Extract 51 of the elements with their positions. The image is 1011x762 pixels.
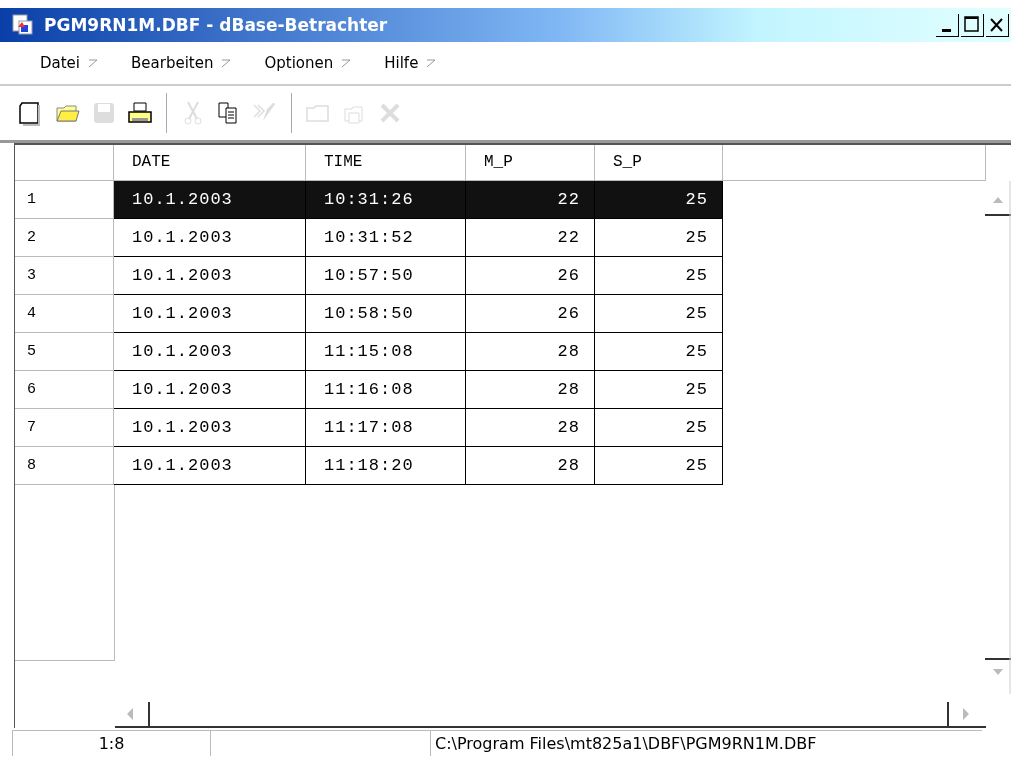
table-cell: 10.1.2003 — [114, 295, 306, 333]
table-cell: 25 — [595, 257, 723, 295]
table-cell: 11:16:08 — [306, 371, 466, 409]
table-cell: 10.1.2003 — [114, 371, 306, 409]
position-indicator: 1:8 — [12, 729, 210, 756]
table-cell: 26 — [466, 257, 595, 295]
table-cell: 10:31:52 — [306, 219, 466, 257]
row-number[interactable]: 8 — [15, 447, 114, 485]
table-cell: 11:17:08 — [306, 409, 466, 447]
menu-item[interactable]: Optionen — [264, 54, 352, 72]
table-cell: 10.1.2003 — [114, 409, 306, 447]
table-cell: 28 — [466, 333, 595, 371]
table-cell: 10:31:26 — [306, 181, 466, 219]
row-number[interactable]: 3 — [15, 257, 114, 295]
table-cell: 25 — [595, 219, 723, 257]
window-title: PGM9RN1M.DBF - dBase-Betrachter — [44, 15, 389, 35]
menu-item[interactable]: Bearbeiten — [131, 54, 232, 72]
row-number[interactable]: 6 — [15, 371, 114, 409]
minimize-button[interactable] — [936, 13, 959, 37]
table-cell: 22 — [466, 181, 595, 219]
table-cell: 10.1.2003 — [114, 181, 306, 219]
table-cell: 10.1.2003 — [114, 257, 306, 295]
table-cell: 28 — [466, 409, 595, 447]
close-button[interactable] — [986, 13, 1009, 37]
table-cell: 25 — [595, 409, 723, 447]
app-icon — [12, 14, 34, 36]
table-cell: 26 — [466, 295, 595, 333]
row-number[interactable]: 5 — [15, 333, 114, 371]
menu-item[interactable]: Hilfe — [384, 54, 437, 72]
table-cell: 10.1.2003 — [114, 447, 306, 485]
table-cell: 10:58:50 — [306, 295, 466, 333]
row-number[interactable]: 2 — [15, 219, 114, 257]
table-cell: 11:18:20 — [306, 447, 466, 485]
table-cell: 25 — [595, 333, 723, 371]
table-cell: 11:15:08 — [306, 333, 466, 371]
table-cell: 25 — [595, 447, 723, 485]
table-cell: 22 — [466, 219, 595, 257]
table-cell: 25 — [595, 181, 723, 219]
table-cell: 10.1.2003 — [114, 333, 306, 371]
table-cell: 28 — [466, 371, 595, 409]
vertical-scrollbar[interactable] — [985, 181, 1011, 694]
menu-item[interactable]: Datei — [40, 54, 99, 72]
row-number[interactable]: 7 — [15, 409, 114, 447]
file-path: C:\Program Files\mt825a1\DBF\PGM9RN1M.DBF — [430, 729, 982, 756]
row-number[interactable]: 4 — [15, 295, 114, 333]
table-cell: 25 — [595, 371, 723, 409]
table-cell: 10.1.2003 — [114, 219, 306, 257]
table-cell: 10:57:50 — [306, 257, 466, 295]
table-cell: 28 — [466, 447, 595, 485]
maximize-button[interactable] — [961, 13, 984, 37]
table-cell: 25 — [595, 295, 723, 333]
